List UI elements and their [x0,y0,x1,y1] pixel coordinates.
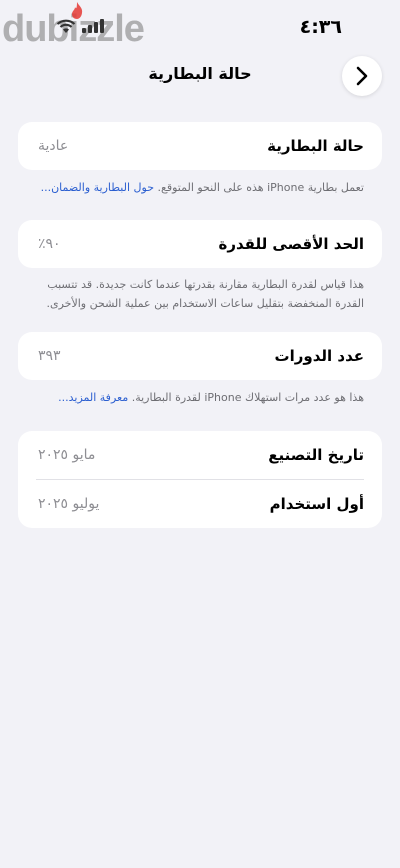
cycle-count-card[interactable]: عدد الدورات ٣٩٣ [18,332,382,380]
first-use-row[interactable]: أول استخدام يوليو ٢٠٢٥ [18,480,382,528]
battery-health-card[interactable]: حالة البطارية عادية [18,122,382,170]
manufacture-date-row[interactable]: تاريخ التصنيع مايو ٢٠٢٥ [18,431,382,479]
max-capacity-card[interactable]: الحد الأقصى للقدرة ٩٠٪ [18,220,382,268]
battery-warranty-link[interactable]: حول البطارية والضمان... [41,181,154,194]
battery-health-note-text: تعمل بطارية iPhone هذه على النحو المتوقع… [157,181,365,194]
battery-health-screen: dubizzle ٤:٣٦ حالة البطارية حالة البطاري… [0,0,400,868]
battery-health-note: تعمل بطارية iPhone هذه على النحو المتوقع… [30,178,364,197]
cycle-count-row[interactable]: عدد الدورات ٣٩٣ [18,332,382,380]
back-button[interactable] [342,56,382,96]
status-icons [56,18,104,34]
battery-health-label: حالة البطارية [267,137,364,155]
signal-icon [82,19,104,33]
page-title: حالة البطارية [148,64,252,83]
max-capacity-row[interactable]: الحد الأقصى للقدرة ٩٠٪ [18,220,382,268]
max-capacity-note: هذا قياس لقدرة البطارية مقارنة بقدرتها ع… [46,278,364,310]
first-use-value: يوليو ٢٠٢٥ [38,496,100,512]
cycle-count-label: عدد الدورات [274,347,364,365]
battery-health-value: عادية [38,138,69,154]
cycle-count-value: ٣٩٣ [38,348,61,364]
status-time: ٤:٣٦ [299,16,342,38]
battery-health-row[interactable]: حالة البطارية عادية [18,122,382,170]
dates-card: تاريخ التصنيع مايو ٢٠٢٥ أول استخدام يولي… [18,431,382,528]
manufacture-date-label: تاريخ التصنيع [268,446,364,464]
first-use-label: أول استخدام [269,495,364,513]
max-capacity-label: الحد الأقصى للقدرة [218,235,365,253]
chevron-right-icon [356,66,368,86]
max-capacity-value: ٩٠٪ [38,236,61,252]
manufacture-date-value: مايو ٢٠٢٥ [38,447,96,463]
cycle-count-note: هذا هو عدد مرات استهلاك iPhone لقدرة الب… [30,388,364,407]
wifi-icon [56,19,76,33]
status-bar: dubizzle ٤:٣٦ [0,0,400,56]
cycle-count-note-text: هذا هو عدد مرات استهلاك iPhone لقدرة الب… [131,391,364,404]
learn-more-link[interactable]: معرفة المزيد... [58,391,128,404]
